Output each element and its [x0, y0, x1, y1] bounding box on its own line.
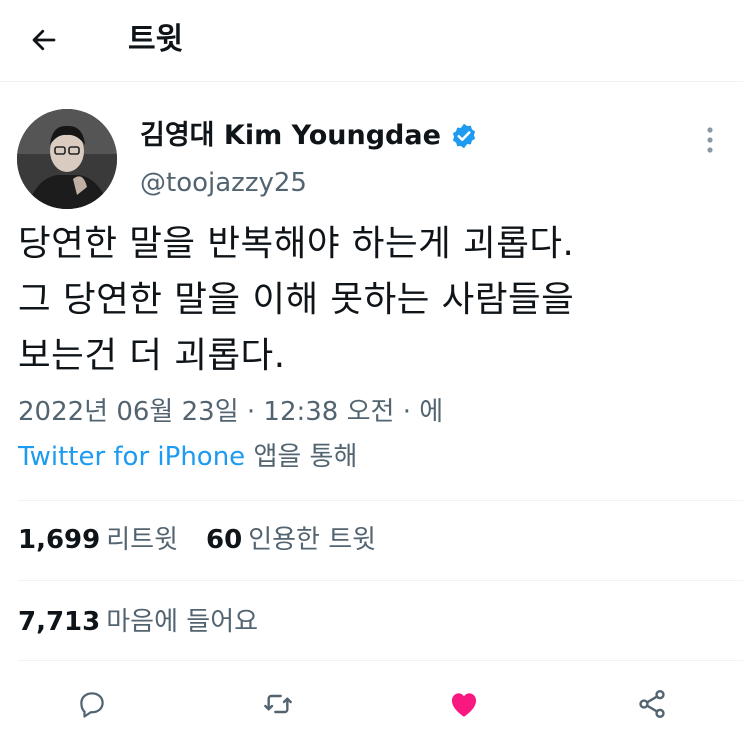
divider [18, 580, 743, 581]
more-vertical-icon [707, 127, 713, 153]
comment-icon [80, 692, 104, 718]
arrow-left-icon [32, 29, 56, 51]
share-button[interactable] [628, 680, 676, 728]
tweet-text: 당연한 말을 반복해야 하는게 괴롭다. 그 당연한 말을 이해 못하는 사람들… [18, 216, 733, 384]
likes-stat[interactable]: 7,713 마음에 들어요 [18, 604, 258, 640]
source-link[interactable]: Twitter for iPhone [18, 442, 245, 472]
tweet-text-line: 보는건 더 괴롭다. [18, 335, 286, 376]
tweet-timestamp[interactable]: 2022년 06월 23일 · 12:38 오전 · 에 [18, 394, 443, 430]
divider [18, 660, 743, 661]
share-icon [639, 690, 665, 718]
tweet-actions [0, 680, 743, 728]
like-label: 마음에 들어요 [106, 607, 259, 637]
stats-row: 1,699 리트윗 60 인용한 트윗 [18, 522, 404, 558]
avatar[interactable] [17, 109, 117, 209]
avatar-photo [17, 109, 117, 209]
quote-count: 60 [206, 525, 243, 555]
top-bar: 트윗 [0, 0, 743, 82]
author-handle[interactable]: @toojazzy25 [140, 165, 307, 201]
retweet-icon [264, 694, 292, 714]
reply-button[interactable] [68, 680, 116, 728]
back-button[interactable] [22, 18, 66, 62]
retweet-button[interactable] [254, 680, 302, 728]
tweet-text-line: 당연한 말을 반복해야 하는게 괴롭다. [18, 223, 575, 264]
source-suffix: 앱을 통해 [245, 442, 358, 472]
retweet-label: 리트윗 [106, 525, 179, 555]
more-options-button[interactable] [694, 120, 726, 160]
heart-icon [451, 693, 477, 717]
quote-label: 인용한 트윗 [248, 525, 377, 555]
divider [18, 500, 743, 501]
page-title: 트윗 [128, 22, 184, 57]
retweets-stat[interactable]: 1,699 리트윗 [18, 522, 178, 558]
like-button[interactable] [440, 680, 488, 728]
quotes-stat[interactable]: 60 인용한 트윗 [206, 522, 376, 558]
like-count: 7,713 [18, 607, 101, 637]
display-name[interactable]: 김영대 Kim Youngdae [140, 118, 441, 154]
retweet-count: 1,699 [18, 525, 101, 555]
tweet-text-line: 그 당연한 말을 이해 못하는 사람들을 [18, 279, 575, 320]
verified-badge-icon [450, 122, 478, 150]
tweet-source: Twitter for iPhone 앱을 통해 [18, 439, 357, 475]
author-name-row[interactable]: 김영대 Kim Youngdae [140, 116, 478, 156]
